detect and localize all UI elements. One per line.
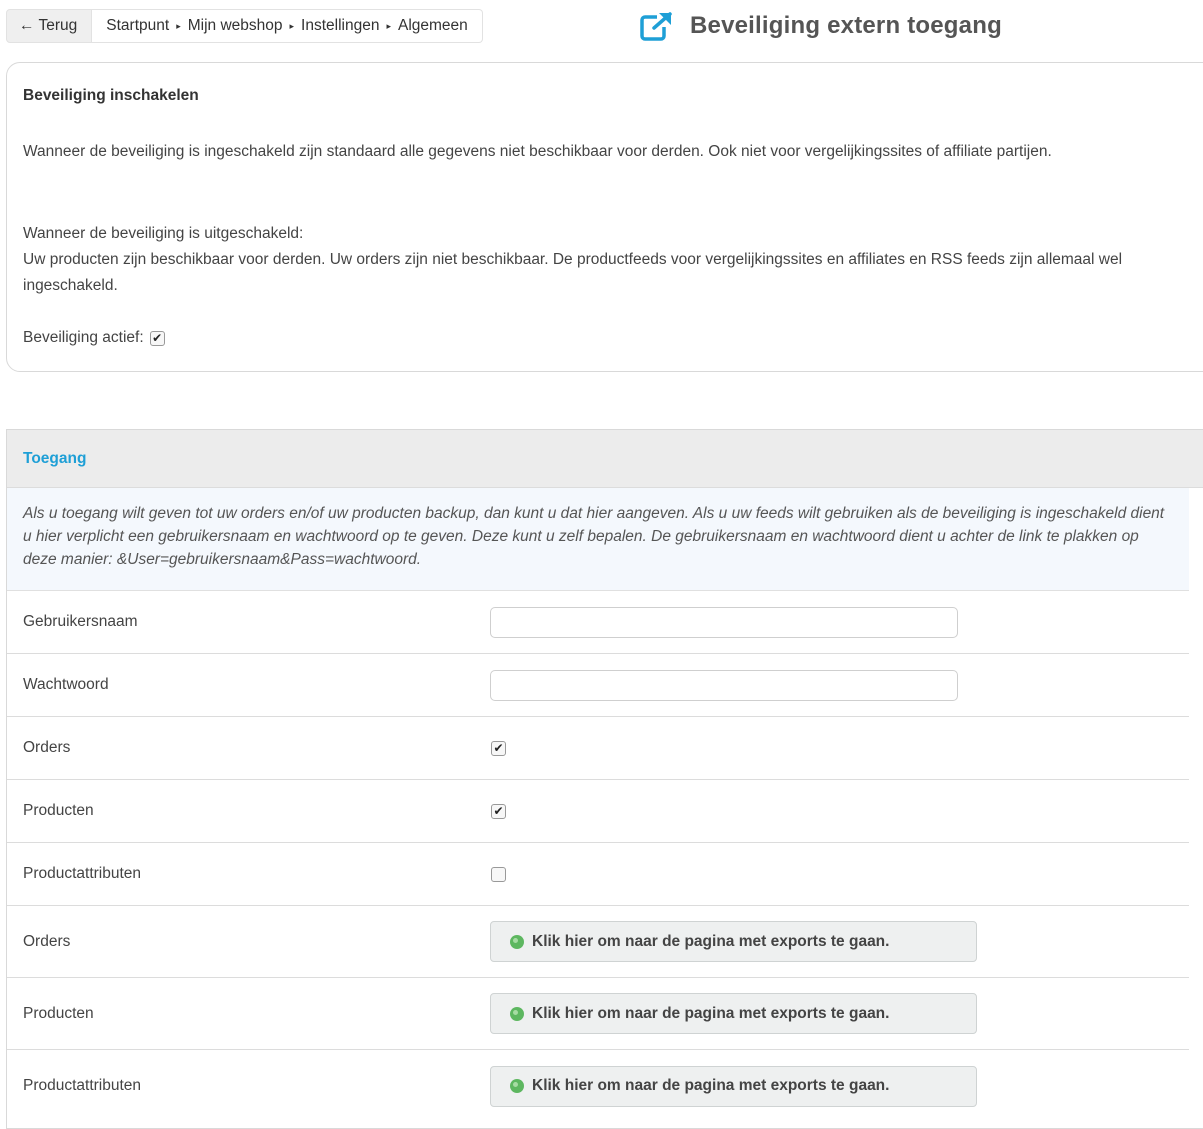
password-label: Wachtwoord bbox=[23, 676, 109, 693]
globe-icon bbox=[510, 934, 524, 949]
product-attributes-export-row: Productattributen Klik hier om naar de p… bbox=[7, 1050, 1189, 1122]
top-navigation: ← Terug Startpunt ▸ Mijn webshop ▸ Inste… bbox=[6, 8, 483, 44]
username-input[interactable] bbox=[490, 606, 958, 638]
security-panel-title: Beveiliging inschakelen bbox=[23, 87, 199, 104]
page-title: Beveiliging extern toegang bbox=[690, 12, 1002, 39]
security-enabled-description: Wanneer de beveiliging is ingeschakeld z… bbox=[23, 143, 1052, 160]
product-attributes-access-checkbox[interactable] bbox=[491, 866, 506, 882]
products-export-button[interactable]: Klik hier om naar de pagina met exports … bbox=[490, 993, 977, 1034]
back-button[interactable]: ← Terug bbox=[6, 9, 93, 43]
product-attributes-access-row: Productattributen bbox=[7, 843, 1189, 906]
orders-access-row: Orders ✔ bbox=[7, 717, 1189, 780]
breadcrumb: Startpunt ▸ Mijn webshop ▸ Instellingen … bbox=[92, 9, 483, 43]
access-panel-title: Toegang bbox=[23, 449, 87, 467]
breadcrumb-separator-icon: ▸ bbox=[386, 20, 391, 31]
access-info-text: Als u toegang wilt geven tot uw orders e… bbox=[7, 488, 1189, 591]
orders-access-label: Orders bbox=[23, 739, 71, 756]
password-input[interactable] bbox=[490, 669, 958, 701]
products-export-label: Producten bbox=[23, 1004, 94, 1022]
security-disabled-description: Wanneer de beveiliging is uitgeschakeld:… bbox=[23, 221, 1183, 299]
security-disabled-heading: Wanneer de beveiliging is uitgeschakeld: bbox=[23, 225, 304, 242]
product-attributes-access-label: Productattributen bbox=[23, 865, 142, 882]
orders-export-button[interactable]: Klik hier om naar de pagina met exports … bbox=[490, 921, 977, 962]
username-row: Gebruikersnaam bbox=[7, 591, 1189, 654]
products-export-row: Producten Klik hier om naar de pagina me… bbox=[7, 978, 1189, 1050]
password-row: Wachtwoord bbox=[7, 654, 1189, 717]
security-active-checkbox[interactable]: ✔ bbox=[149, 330, 165, 346]
page-header: Beveiliging extern toegang bbox=[640, 8, 1002, 44]
globe-icon bbox=[510, 1006, 524, 1021]
orders-export-label: Orders bbox=[23, 932, 71, 950]
external-link-icon bbox=[640, 8, 676, 44]
products-access-checkbox[interactable]: ✔ bbox=[491, 803, 506, 819]
breadcrumb-item-mijn-webshop[interactable]: Mijn webshop bbox=[188, 17, 283, 35]
orders-access-checkbox[interactable]: ✔ bbox=[491, 740, 506, 756]
security-active-label: Beveiliging actief: bbox=[23, 329, 144, 346]
security-active-field: Beveiliging actief: ✔ bbox=[23, 329, 165, 347]
access-panel: Toegang Als u toegang wilt geven tot uw … bbox=[6, 429, 1203, 1129]
breadcrumb-item-algemeen[interactable]: Algemeen bbox=[398, 17, 468, 35]
breadcrumb-item-startpunt[interactable]: Startpunt bbox=[106, 17, 169, 35]
orders-export-button-label: Klik hier om naar de pagina met exports … bbox=[532, 932, 890, 950]
products-access-label: Producten bbox=[23, 802, 94, 819]
breadcrumb-separator-icon: ▸ bbox=[176, 20, 181, 31]
arrow-left-icon: ← bbox=[19, 17, 35, 34]
products-access-row: Producten ✔ bbox=[7, 780, 1189, 843]
product-attributes-export-button-label: Klik hier om naar de pagina met exports … bbox=[532, 1077, 890, 1094]
breadcrumb-item-instellingen[interactable]: Instellingen bbox=[301, 17, 379, 35]
globe-icon bbox=[510, 1079, 524, 1093]
product-attributes-export-label: Productattributen bbox=[23, 1077, 142, 1094]
orders-export-row: Orders Klik hier om naar de pagina met e… bbox=[7, 906, 1189, 978]
product-attributes-export-button[interactable]: Klik hier om naar de pagina met exports … bbox=[490, 1065, 977, 1107]
security-panel: Beveiliging inschakelen Wanneer de bevei… bbox=[6, 62, 1203, 372]
security-disabled-text: Uw producten zijn beschikbaar voor derde… bbox=[23, 251, 1123, 294]
products-export-button-label: Klik hier om naar de pagina met exports … bbox=[532, 1004, 890, 1022]
access-panel-header: Toegang bbox=[7, 430, 1203, 488]
breadcrumb-separator-icon: ▸ bbox=[289, 20, 295, 31]
back-button-label: Terug bbox=[38, 17, 78, 34]
username-label: Gebruikersnaam bbox=[23, 613, 138, 630]
